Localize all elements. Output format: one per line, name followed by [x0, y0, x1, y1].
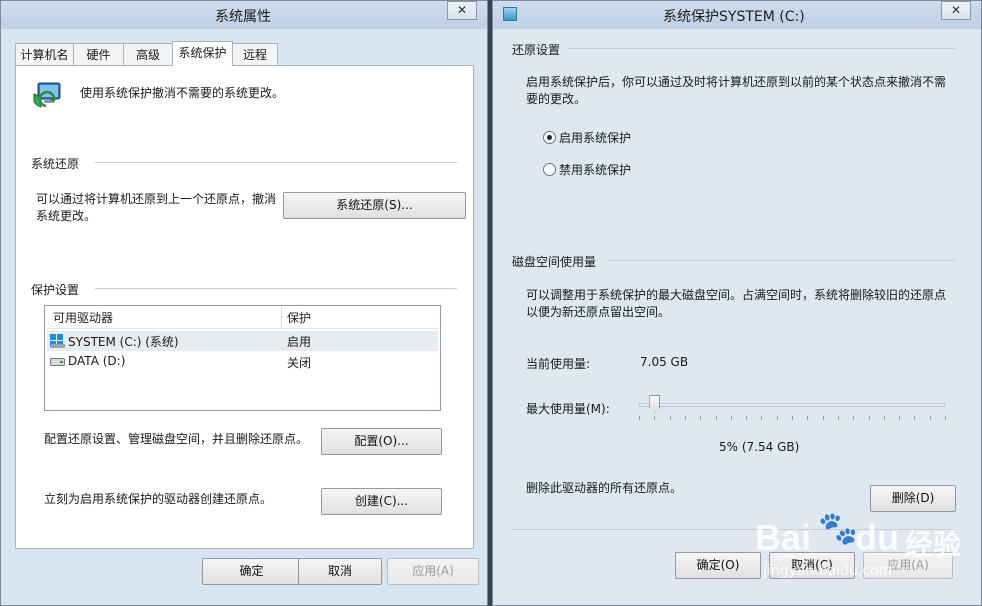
close-button[interactable]: ✕ [447, 1, 477, 20]
slider-tick [700, 416, 702, 420]
system-protection-window: 系统保护SYSTEM (C:) ✕ 还原设置 启用系统保护后，你可以通过及时将计… [492, 0, 982, 606]
slider-tick [776, 416, 778, 420]
slider-tick [639, 416, 640, 420]
max-usage-label: 最大使用量(M): [526, 402, 610, 416]
slider-tick [715, 416, 717, 420]
watermark-url: jingyan.baidu.com [763, 563, 893, 579]
slider-tick [914, 416, 916, 420]
slider-tick [822, 416, 824, 420]
divider [95, 162, 457, 163]
titlebar[interactable]: 系统保护SYSTEM (C:) ✕ [493, 1, 981, 29]
create-description: 立刻为启用系统保护的驱动器创建还原点。 [44, 492, 273, 506]
hard-drive-icon [50, 358, 65, 366]
system-protection-icon [33, 82, 61, 108]
slider-readout: 5% (7.54 GB) [719, 440, 800, 454]
disable-protection-radio[interactable] [543, 163, 556, 176]
slider-tick [883, 416, 885, 420]
delete-description: 删除此驱动器的所有还原点。 [526, 481, 683, 495]
column-divider[interactable] [281, 307, 282, 327]
ok-button[interactable]: 确定(O) [675, 552, 761, 579]
system-restore-description: 可以通过将计算机还原到上一个还原点，撤消系统更改。 [36, 192, 277, 223]
intro-text: 使用系统保护撤消不需要的系统更改。 [80, 86, 285, 100]
watermark-brand-suffix: du [855, 517, 899, 558]
slider-track[interactable] [639, 403, 945, 407]
slider-tick [654, 416, 656, 420]
slider-tick [792, 416, 793, 420]
apply-button[interactable]: 应用(A) [387, 558, 479, 585]
tab-hardware[interactable]: 硬件 [73, 43, 124, 65]
drive-row-c[interactable]: SYSTEM (C:) (系统) 启用 [47, 331, 438, 351]
slider-tick [684, 416, 686, 420]
enable-protection-label[interactable]: 启用系统保护 [559, 129, 631, 146]
window-title: 系统属性 [215, 9, 271, 25]
disk-usage-heading: 磁盘空间使用量 [512, 255, 597, 269]
slider-tick [945, 416, 946, 420]
slider-tick [807, 416, 809, 420]
window-title: 系统保护SYSTEM (C:) [663, 9, 805, 25]
restore-settings-description: 启用系统保护后，你可以通过及时将计算机还原到以前的某个状态点来撤消不需要的更改。 [526, 75, 947, 106]
divider [95, 288, 457, 289]
configure-button[interactable]: 配置(O)... [321, 428, 442, 455]
watermark-brand: Bai [755, 517, 812, 558]
slider-tick [868, 416, 870, 420]
slider-tick [761, 416, 763, 420]
disable-protection-label[interactable]: 禁用系统保护 [559, 161, 631, 178]
current-usage-value: 7.05 GB [640, 355, 689, 369]
divider [569, 48, 955, 49]
drive-name: DATA (D:) [68, 354, 126, 368]
drives-list[interactable]: 可用驱动器 保护 SYSTEM (C:) (系统) 启用 DATA (D:) 关… [44, 305, 441, 411]
divider [608, 260, 955, 261]
header-line [47, 328, 438, 329]
system-restore-button[interactable]: 系统还原(S)... [283, 192, 466, 219]
slider-tick [746, 416, 748, 420]
slider-tick [730, 416, 732, 420]
drive-status: 关闭 [287, 356, 312, 370]
system-drive-icon [503, 7, 517, 21]
slider-tick [669, 416, 671, 420]
create-button[interactable]: 创建(C)... [321, 488, 442, 515]
close-button[interactable]: ✕ [941, 1, 971, 20]
drive-name: SYSTEM (C:) (系统) [68, 335, 179, 349]
drive-status: 启用 [287, 335, 312, 349]
system-drive-icon [50, 334, 65, 348]
slider-tick [837, 416, 839, 420]
column-header-drive[interactable]: 可用驱动器 [53, 309, 113, 326]
configure-description: 配置还原设置、管理磁盘空间，并且删除还原点。 [44, 432, 309, 446]
titlebar[interactable]: 系统属性 ✕ [1, 1, 487, 29]
protection-settings-heading: 保护设置 [31, 283, 80, 297]
paw-icon: 🐾 [818, 509, 858, 547]
system-restore-heading: 系统还原 [31, 157, 80, 171]
current-usage-label: 当前使用量: [526, 357, 591, 371]
tab-computer-name[interactable]: 计算机名 [15, 43, 74, 65]
tab-advanced[interactable]: 高级 [123, 43, 173, 65]
slider-tick [899, 416, 901, 420]
tab-system-protection[interactable]: 系统保护 [172, 41, 233, 66]
slider-tick [853, 416, 855, 420]
disk-usage-description: 可以调整用于系统保护的最大磁盘空间。占满空间时，系统将删除较旧的还原点以便为新还… [526, 288, 947, 319]
ok-button[interactable]: 确定 [202, 558, 301, 585]
restore-settings-heading: 还原设置 [512, 43, 561, 57]
delete-button[interactable]: 删除(D) [870, 485, 956, 512]
column-header-protection[interactable]: 保护 [287, 309, 311, 326]
tab-remote[interactable]: 远程 [232, 43, 278, 65]
slider-tick [929, 416, 931, 420]
tab-panel: 使用系统保护撤消不需要的系统更改。 系统还原 可以通过将计算机还原到上一个还原点… [15, 65, 474, 549]
watermark-cn: 经验 [905, 528, 962, 561]
cancel-button[interactable]: 取消 [298, 558, 382, 585]
enable-protection-radio[interactable] [543, 131, 556, 144]
drive-row-d[interactable]: DATA (D:) 关闭 [47, 352, 438, 372]
system-properties-window: 系统属性 ✕ 计算机名 硬件 高级 系统保护 远程 使用系统保护撤消不需要的系统… [0, 0, 488, 606]
dialog-body: 还原设置 启用系统保护后，你可以通过及时将计算机还原到以前的某个状态点来撤消不需… [493, 29, 981, 605]
